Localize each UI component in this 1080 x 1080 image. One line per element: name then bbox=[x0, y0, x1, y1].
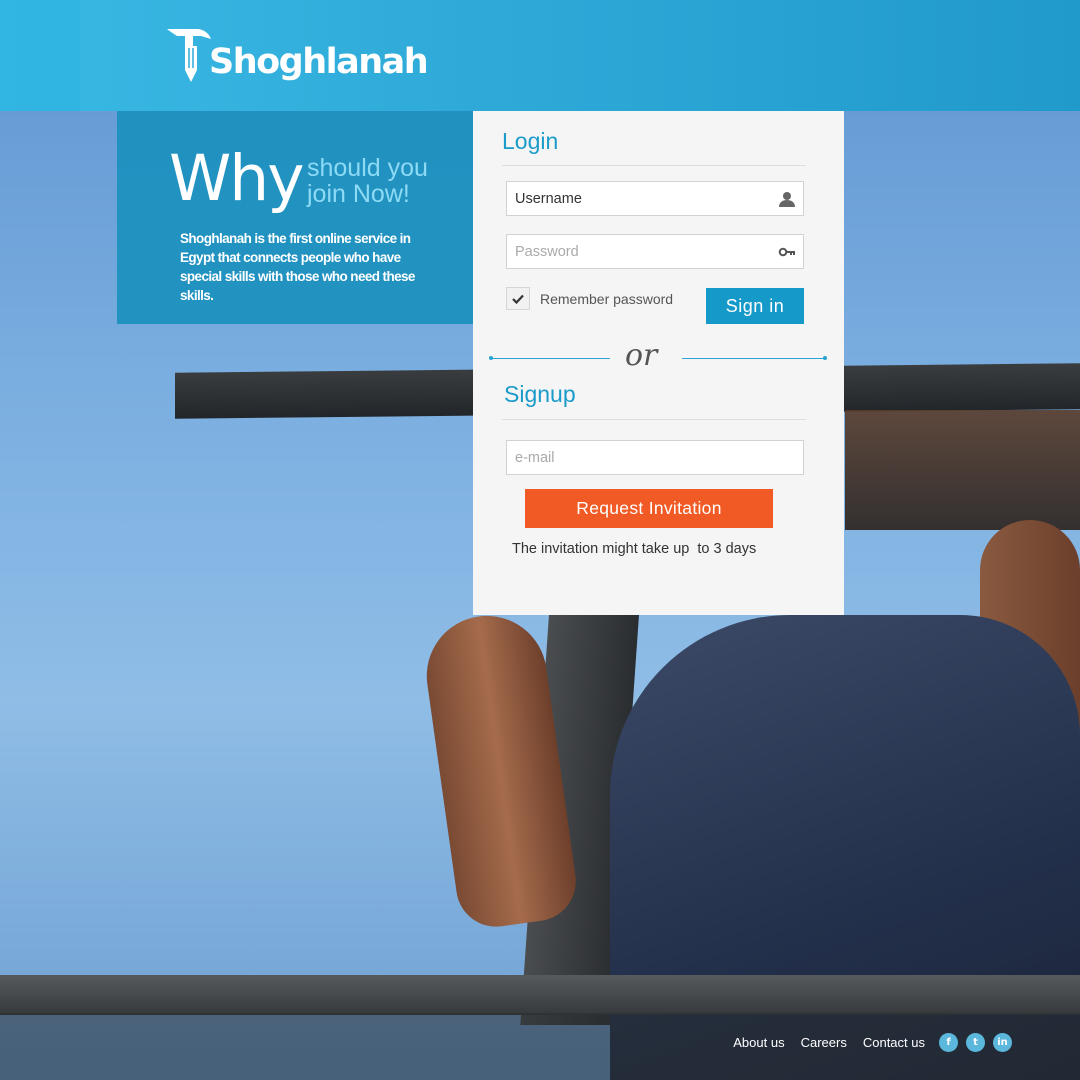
password-input[interactable] bbox=[515, 236, 765, 267]
email-field[interactable] bbox=[506, 440, 804, 475]
why-subheading-line1: should you bbox=[307, 154, 428, 182]
steel-beam bbox=[0, 975, 1080, 1015]
user-icon bbox=[778, 190, 796, 208]
why-description: Shoghlanah is the first online service i… bbox=[180, 231, 415, 303]
password-field[interactable] bbox=[506, 234, 804, 269]
footer-links: About us Careers Contact us bbox=[733, 1035, 925, 1050]
or-divider: or bbox=[489, 338, 827, 373]
welding-sparks bbox=[845, 410, 1080, 530]
why-join-panel: Why should you join Now! Shoghlanah is t… bbox=[117, 111, 473, 324]
footer-link-contact[interactable]: Contact us bbox=[863, 1035, 925, 1050]
site-header: Shoghlanah bbox=[0, 0, 1080, 111]
logo[interactable]: Shoghlanah bbox=[165, 18, 429, 84]
divider bbox=[502, 419, 806, 420]
divider-line bbox=[489, 358, 610, 359]
auth-card: Login Remember password Sign in bbox=[473, 111, 844, 615]
social-links: f t in bbox=[939, 1033, 1012, 1052]
key-icon bbox=[778, 243, 796, 261]
why-heading: Why bbox=[169, 142, 305, 215]
divider-dot bbox=[823, 356, 827, 360]
username-input[interactable] bbox=[515, 183, 765, 214]
login-title: Login bbox=[502, 128, 559, 154]
or-text: or bbox=[625, 338, 658, 373]
email-input[interactable] bbox=[515, 442, 765, 473]
why-subheading: should you join Now! bbox=[307, 155, 428, 207]
footer-link-about[interactable]: About us bbox=[733, 1035, 784, 1050]
hammer-pencil-icon bbox=[165, 26, 213, 84]
request-invitation-button[interactable]: Request Invitation bbox=[525, 489, 773, 528]
brand-name: Shoghlanah bbox=[209, 42, 429, 82]
divider bbox=[502, 165, 806, 166]
facebook-icon[interactable]: f bbox=[939, 1033, 958, 1052]
remember-label: Remember password bbox=[540, 290, 674, 307]
signup-title: Signup bbox=[504, 381, 576, 407]
linkedin-icon[interactable]: in bbox=[993, 1033, 1012, 1052]
remember-checkbox[interactable] bbox=[506, 287, 530, 310]
remember-password[interactable]: Remember password bbox=[506, 287, 673, 310]
footer-link-careers[interactable]: Careers bbox=[801, 1035, 847, 1050]
twitter-icon[interactable]: t bbox=[966, 1033, 985, 1052]
why-subheading-line2: join Now! bbox=[307, 180, 410, 208]
sign-in-button[interactable]: Sign in bbox=[706, 288, 804, 324]
site-footer: About us Careers Contact us f t in bbox=[0, 1013, 1080, 1080]
checkmark-icon bbox=[512, 294, 524, 304]
username-field[interactable] bbox=[506, 181, 804, 216]
divider-line bbox=[682, 358, 826, 359]
invitation-note: The invitation might take up to 3 days bbox=[512, 541, 757, 557]
